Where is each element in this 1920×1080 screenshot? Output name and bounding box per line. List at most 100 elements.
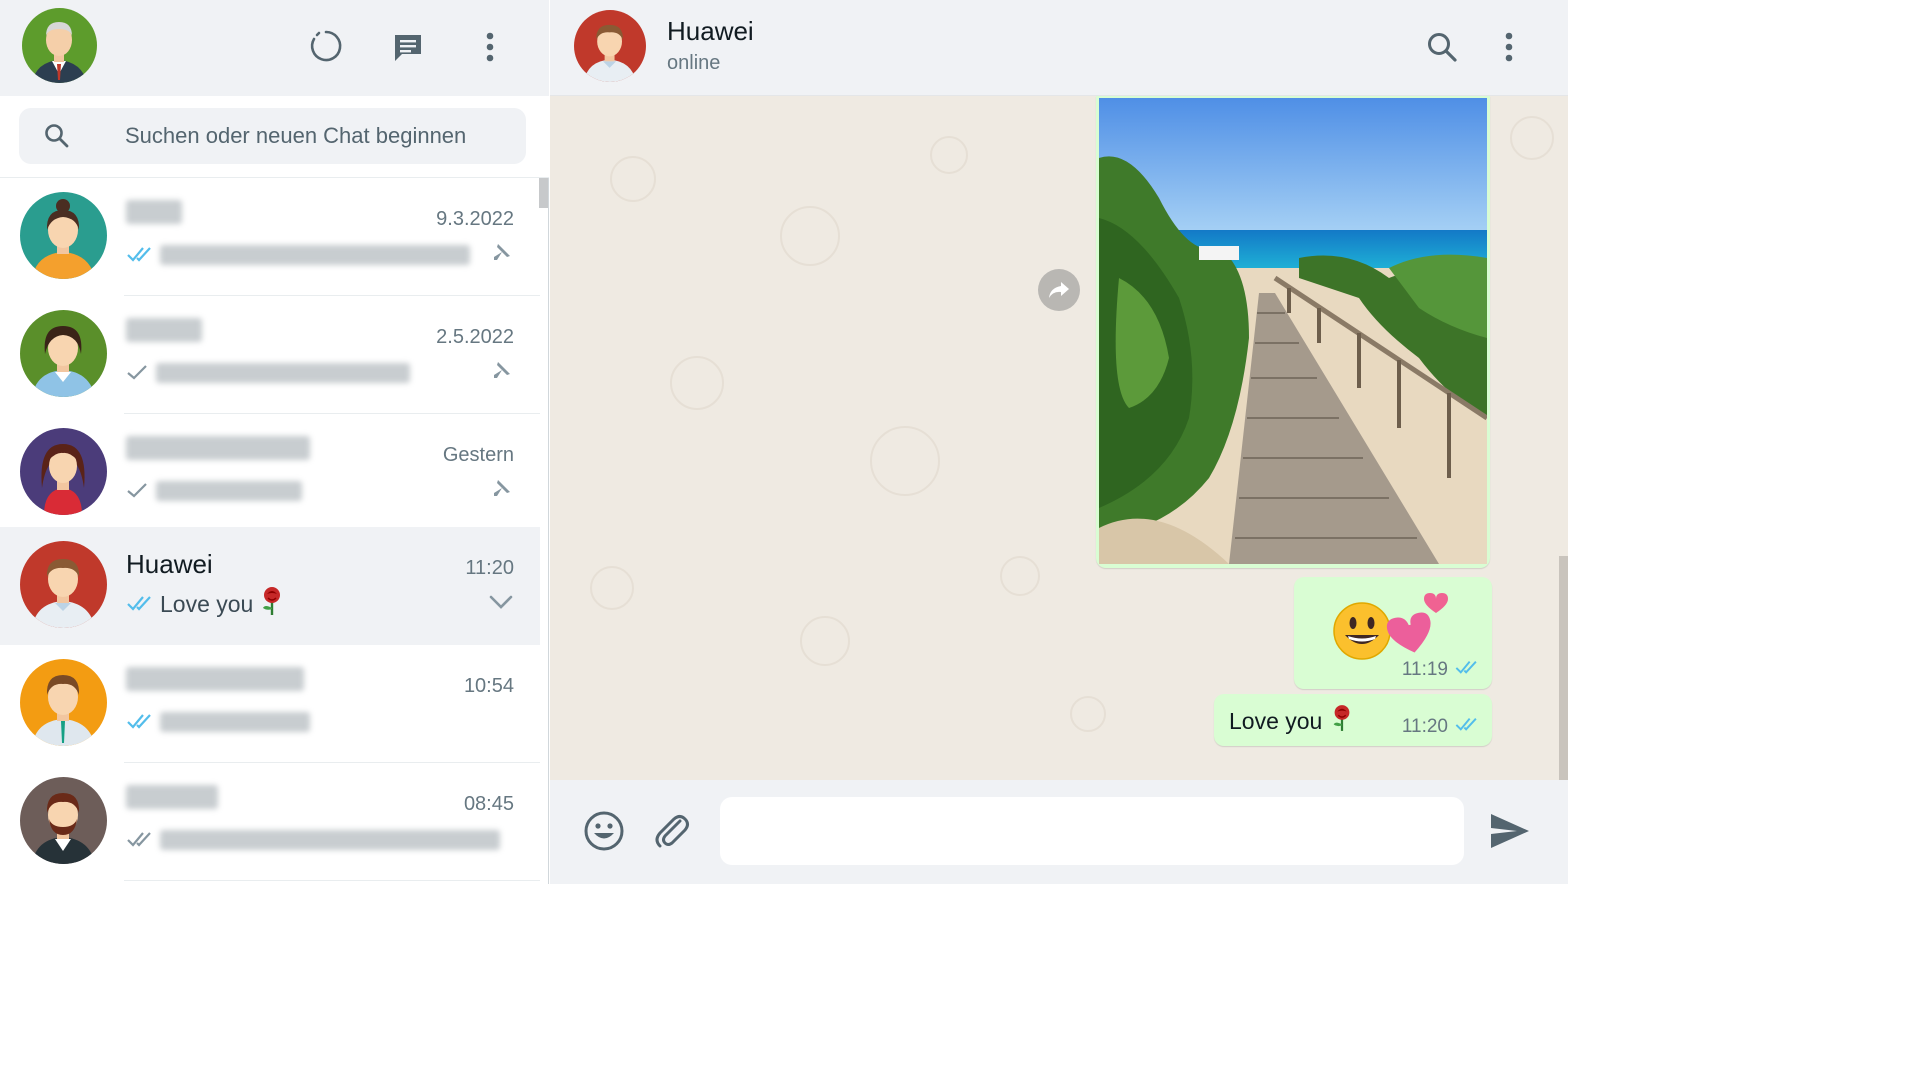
search-icon[interactable] [1422, 27, 1462, 67]
chat-name [126, 785, 218, 816]
double-check-icon [126, 242, 154, 269]
chat-row[interactable]: 08:45 [0, 763, 540, 881]
blurred-name [126, 436, 310, 460]
attach-icon[interactable] [648, 807, 696, 855]
single-check-icon [126, 360, 150, 387]
pin-icon [486, 356, 516, 386]
blurred-name [126, 318, 202, 342]
chat-time: 11:20 [465, 557, 514, 579]
new-chat-icon[interactable] [388, 27, 428, 67]
chat-time: 10:54 [463, 675, 514, 697]
menu-icon[interactable] [1489, 27, 1529, 67]
blurred-name [126, 200, 182, 224]
message-composer [550, 780, 1568, 884]
blurred-name [126, 667, 304, 691]
background-doodle [610, 156, 656, 202]
double-check-icon [126, 827, 154, 854]
rose-emoji [259, 586, 285, 622]
blurred-name [126, 785, 218, 809]
beach-photo [1099, 98, 1487, 564]
double-check-icon [1454, 659, 1480, 681]
conversation-header[interactable]: Huawei online [550, 0, 1568, 96]
emoji-message[interactable]: 11:19 [1294, 577, 1492, 689]
chat-preview [126, 356, 416, 390]
message-time: 11:19 [1401, 659, 1448, 680]
blurred-preview [156, 481, 302, 501]
contact-avatar [20, 310, 107, 397]
blurred-preview [160, 245, 470, 265]
background-doodle [1510, 116, 1554, 160]
message-time: 11:20 [1401, 716, 1448, 737]
chat-name: Huawei [126, 549, 213, 579]
contact-avatar [20, 777, 107, 864]
blurred-preview [160, 712, 310, 732]
pin-icon [486, 474, 516, 504]
double-check-icon [1454, 716, 1480, 738]
chevron-down-icon[interactable] [486, 587, 516, 617]
chat-sidebar: 9.3.2022 2.5.2022 [0, 0, 549, 884]
search-input[interactable] [125, 108, 505, 164]
background-doodle [780, 206, 840, 266]
background-doodle [930, 136, 968, 174]
chat-time: 9.3.2022 [436, 208, 514, 230]
grinning-face-emoji [1333, 602, 1391, 660]
chat-row[interactable]: 9.3.2022 [0, 178, 540, 296]
contact-status: online [667, 52, 721, 74]
chat-time: 08:45 [463, 793, 514, 815]
background-doodle [670, 356, 724, 410]
chat-name [126, 436, 310, 467]
message-text: Love you [1229, 704, 1354, 738]
scrollbar[interactable] [1559, 556, 1568, 780]
search-icon[interactable] [43, 122, 71, 155]
chat-preview-text: Love you [160, 590, 254, 617]
send-icon[interactable] [1486, 807, 1534, 855]
chat-preview: Love you [126, 587, 285, 621]
sidebar-header [0, 0, 549, 96]
emoji-content [1333, 593, 1448, 660]
search-bar [0, 96, 549, 178]
chat-time: 2.5.2022 [436, 326, 514, 348]
background-doodle [1000, 556, 1040, 596]
contact-avatar [20, 428, 107, 515]
chat-name [126, 200, 182, 231]
menu-icon[interactable] [470, 27, 510, 67]
contact-avatar [20, 192, 107, 279]
chat-name [126, 667, 304, 698]
contact-avatar [20, 541, 107, 628]
chat-row[interactable]: 2.5.2022 [0, 296, 540, 414]
chat-row[interactable]: Gestern [0, 414, 540, 532]
conversation-pane: Huawei online 11:19 Love you 11:20 [550, 0, 1568, 884]
chat-preview [126, 823, 506, 857]
message-meta: 11:20 [1402, 716, 1480, 738]
message-meta: 11:19 [1402, 659, 1480, 681]
two-hearts-emoji [1386, 593, 1448, 653]
rose-emoji [1330, 704, 1354, 738]
user-avatar[interactable] [22, 8, 97, 83]
search-box[interactable] [19, 108, 526, 164]
status-icon[interactable] [306, 26, 346, 66]
background-doodle [590, 566, 634, 610]
double-check-icon [126, 591, 154, 618]
chat-row[interactable]: 10:54 [0, 645, 540, 763]
contact-name: Huawei [667, 16, 754, 46]
scrollbar[interactable] [539, 178, 548, 208]
blurred-preview [160, 830, 500, 850]
chat-row-active[interactable]: Huawei 11:20 Love you [0, 527, 540, 645]
background-doodle [800, 616, 850, 666]
blurred-preview [156, 363, 410, 383]
background-doodle [870, 426, 940, 496]
forward-icon[interactable] [1038, 269, 1080, 311]
message-input[interactable] [720, 797, 1464, 865]
image-message[interactable] [1096, 96, 1490, 568]
chat-preview [126, 238, 476, 272]
emoji-icon[interactable] [580, 807, 628, 855]
pin-icon [486, 238, 516, 268]
single-check-icon [126, 478, 150, 505]
chat-preview [126, 474, 308, 508]
chat-time: Gestern [442, 444, 514, 466]
chat-name [126, 318, 202, 349]
text-message[interactable]: Love you 11:20 [1214, 694, 1492, 746]
contact-avatar[interactable] [574, 10, 646, 82]
contact-avatar [20, 659, 107, 746]
background-doodle [1070, 696, 1106, 732]
